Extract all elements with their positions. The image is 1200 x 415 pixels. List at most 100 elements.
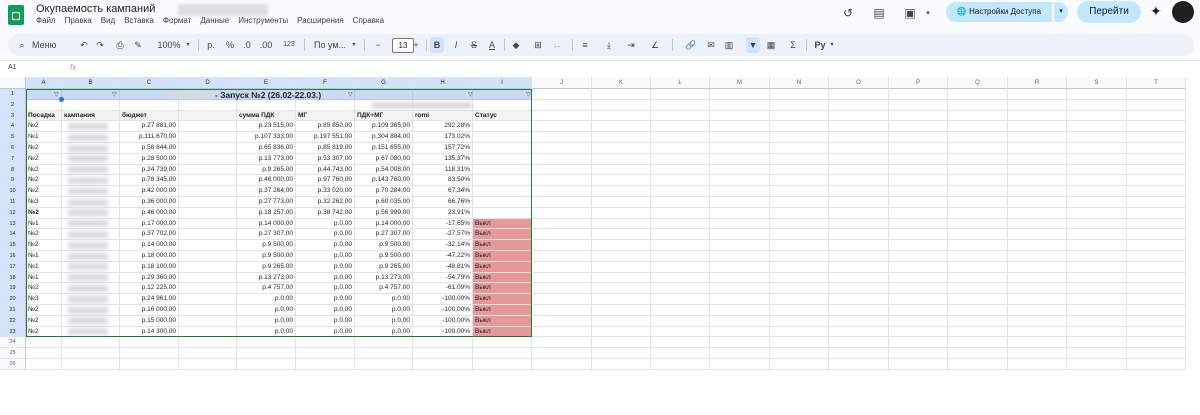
table-cell[interactable]: -48,81%: [413, 261, 473, 273]
table-cell[interactable]: р.151 655,00: [355, 143, 413, 154]
cell[interactable]: [948, 132, 1008, 143]
cell[interactable]: [651, 99, 710, 111]
table-cell[interactable]: р.107 333,00: [237, 132, 296, 143]
cell[interactable]: [710, 218, 770, 230]
table-cell[interactable]: р.15 000,00: [120, 315, 179, 327]
cell[interactable]: [592, 337, 651, 349]
table-cell[interactable]: №1: [26, 261, 62, 273]
table-cell[interactable]: р.109 365,00: [355, 121, 413, 133]
cell[interactable]: [26, 99, 62, 111]
cell[interactable]: [829, 229, 889, 241]
table-cell[interactable]: р.85 850,00: [296, 121, 355, 133]
table-cell[interactable]: р.13 773,00: [237, 153, 296, 165]
cell[interactable]: [1127, 121, 1186, 133]
cell[interactable]: [1008, 348, 1067, 359]
column-header[interactable]: E: [237, 77, 296, 89]
cell[interactable]: [532, 305, 592, 316]
cell[interactable]: [473, 348, 532, 359]
table-header[interactable]: Посадка: [26, 110, 62, 122]
status-cell[interactable]: Выкл: [473, 305, 532, 316]
cell[interactable]: [179, 359, 237, 370]
cell[interactable]: [1127, 207, 1186, 219]
cell[interactable]: [770, 89, 829, 100]
cell[interactable]: [473, 359, 532, 370]
table-cell[interactable]: р.0,00: [296, 305, 355, 316]
table-cell[interactable]: 83,50%: [413, 175, 473, 187]
table-cell[interactable]: [179, 294, 237, 305]
increase-decimal-button[interactable]: .00: [258, 34, 274, 56]
cell[interactable]: [120, 348, 179, 359]
cell[interactable]: [237, 337, 296, 349]
cell[interactable]: [1008, 283, 1067, 295]
cell[interactable]: [296, 99, 355, 111]
cell[interactable]: [1127, 283, 1186, 295]
font-size-decrease-button[interactable]: −: [372, 34, 384, 56]
row-header[interactable]: 25: [0, 348, 26, 359]
table-cell[interactable]: 292,28%: [413, 121, 473, 133]
table-header[interactable]: Статус: [473, 110, 532, 122]
table-cell[interactable]: р.0,00: [296, 315, 355, 327]
cell[interactable]: [829, 326, 889, 338]
cell[interactable]: [829, 261, 889, 273]
table-cell[interactable]: р.32 262,00: [296, 197, 355, 208]
cell[interactable]: [532, 143, 592, 154]
borders-icon[interactable]: ⊞: [532, 34, 544, 56]
cell[interactable]: [948, 175, 1008, 187]
table-header[interactable]: МГ: [296, 110, 355, 122]
cell[interactable]: [829, 218, 889, 230]
cell[interactable]: [355, 337, 413, 349]
table-cell[interactable]: р.0,00: [296, 240, 355, 251]
table-cell[interactable]: №2: [26, 326, 62, 338]
table-cell[interactable]: р.0,00: [237, 326, 296, 338]
status-cell[interactable]: Выкл: [473, 229, 532, 241]
cell[interactable]: [413, 359, 473, 370]
table-cell[interactable]: -100,00%: [413, 305, 473, 316]
table-cell[interactable]: №2: [26, 186, 62, 197]
table-cell[interactable]: -17,65%: [413, 218, 473, 230]
cell[interactable]: [710, 132, 770, 143]
cell[interactable]: [710, 337, 770, 349]
status-cell[interactable]: Выкл: [473, 294, 532, 305]
table-cell[interactable]: 23,91%: [413, 207, 473, 219]
menu-item[interactable]: Справка: [353, 16, 384, 25]
table-cell[interactable]: р.78 345,00: [120, 175, 179, 187]
table-cell[interactable]: №1: [26, 251, 62, 262]
cell[interactable]: [829, 294, 889, 305]
cell[interactable]: [1067, 359, 1127, 370]
table-cell[interactable]: р.23 515,00: [237, 121, 296, 133]
cell[interactable]: [1008, 153, 1067, 165]
cell[interactable]: [770, 229, 829, 241]
insert-comment-icon[interactable]: ✉: [704, 34, 718, 56]
cell[interactable]: [1067, 186, 1127, 197]
menu-item[interactable]: Правка: [65, 16, 92, 25]
cell[interactable]: [1067, 283, 1127, 295]
filter-views-icon[interactable]: ▦: [764, 34, 778, 56]
table-cell[interactable]: р.14 000,00: [355, 218, 413, 230]
cell[interactable]: [1008, 175, 1067, 187]
table-cell[interactable]: р.0,00: [296, 218, 355, 230]
cell[interactable]: [1067, 315, 1127, 327]
cell[interactable]: [1008, 207, 1067, 219]
table-cell[interactable]: р.9 500,00: [355, 251, 413, 262]
table-cell[interactable]: р.14 000,00: [120, 240, 179, 251]
cell[interactable]: [532, 359, 592, 370]
row-header[interactable]: 14: [0, 229, 26, 241]
cell[interactable]: [770, 110, 829, 122]
currency-format-button[interactable]: р.: [204, 34, 218, 56]
text-wrap-icon[interactable]: ⇥: [624, 34, 638, 56]
table-cell[interactable]: -32,14%: [413, 240, 473, 251]
cell[interactable]: [829, 283, 889, 295]
cell[interactable]: [770, 132, 829, 143]
spreadsheet-grid[interactable]: A B C D E F G H I J K L M N O P Q R S T 1 2 3 4 5 6 7 8 9 10 11 12 13 14 1…: [0, 77, 1200, 415]
table-cell[interactable]: р.56 999,00: [355, 207, 413, 219]
table-cell[interactable]: р.16 000,00: [120, 305, 179, 316]
table-cell[interactable]: р.42 000,00: [120, 186, 179, 197]
cell[interactable]: [592, 207, 651, 219]
cell[interactable]: [948, 110, 1008, 122]
cell[interactable]: [1067, 207, 1127, 219]
filter-icon[interactable]: ▼: [746, 37, 760, 53]
table-cell[interactable]: 118,31%: [413, 164, 473, 176]
cell[interactable]: [1127, 175, 1186, 187]
cell[interactable]: [651, 315, 710, 327]
cell[interactable]: [532, 186, 592, 197]
